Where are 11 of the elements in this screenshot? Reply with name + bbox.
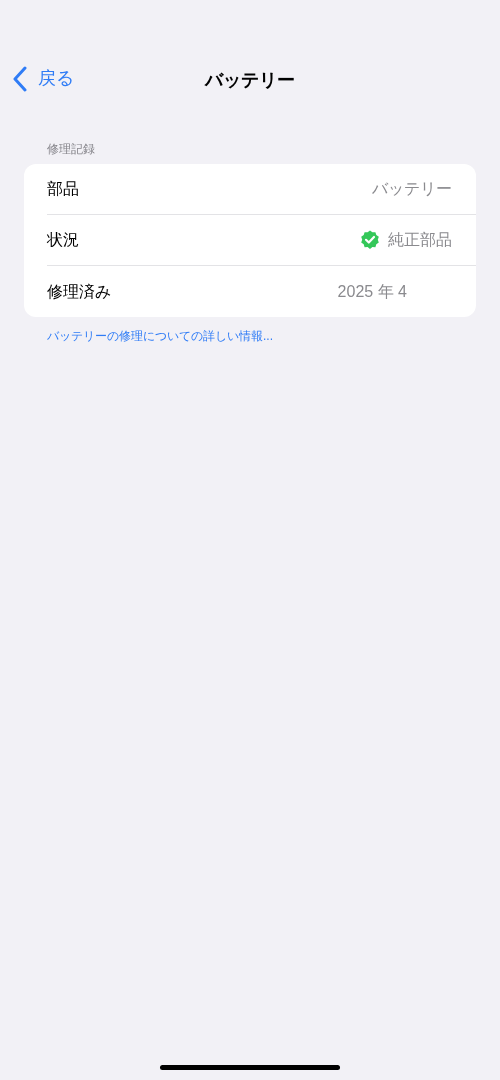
row-value: 純正部品	[388, 230, 452, 250]
row-label: 部品	[47, 179, 79, 199]
back-button[interactable]: 戻る	[12, 65, 74, 92]
row-value: バッテリー	[372, 179, 452, 199]
row-label: 修理済み	[47, 281, 111, 302]
chevron-left-icon	[12, 65, 28, 92]
section-header: 修理記録	[47, 141, 95, 158]
row-value: 2025 年 4	[337, 281, 407, 302]
page-title: バッテリー	[205, 68, 295, 92]
info-link[interactable]: バッテリーの修理についての詳しい情報...	[47, 327, 273, 345]
row-label: 状況	[47, 230, 79, 250]
